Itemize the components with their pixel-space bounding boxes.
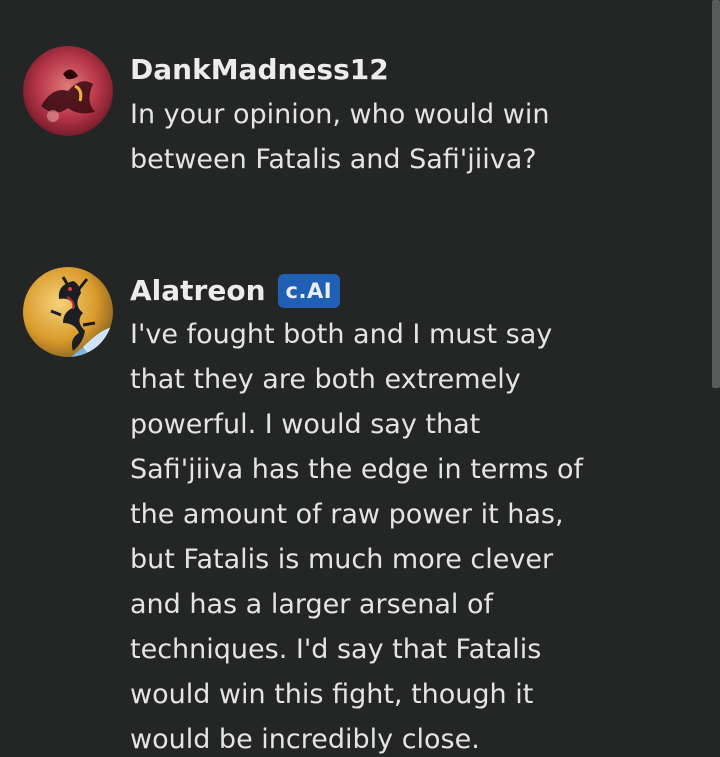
- red-creature-avatar-icon: [23, 46, 113, 136]
- username[interactable]: DankMadness12: [130, 46, 389, 94]
- character-avatar[interactable]: [23, 267, 113, 357]
- user-avatar[interactable]: [23, 46, 113, 136]
- message-text: I've fought both and I must say that the…: [130, 319, 584, 755]
- message-text: In your opinion, who would win between F…: [130, 99, 550, 175]
- message-header: Alatreon c.AI: [130, 267, 700, 315]
- chat-screen: DankMadness12 In your opinion, who would…: [0, 0, 720, 757]
- username[interactable]: Alatreon: [130, 267, 266, 315]
- scrollbar[interactable]: [712, 0, 720, 388]
- message-header: DankMadness12: [130, 46, 700, 94]
- message-content: DankMadness12 In your opinion, who would…: [130, 46, 700, 182]
- message-content: Alatreon c.AI I've fought both and I mus…: [130, 267, 700, 757]
- dragon-avatar-icon: [23, 267, 113, 357]
- ai-badge: c.AI: [277, 274, 341, 308]
